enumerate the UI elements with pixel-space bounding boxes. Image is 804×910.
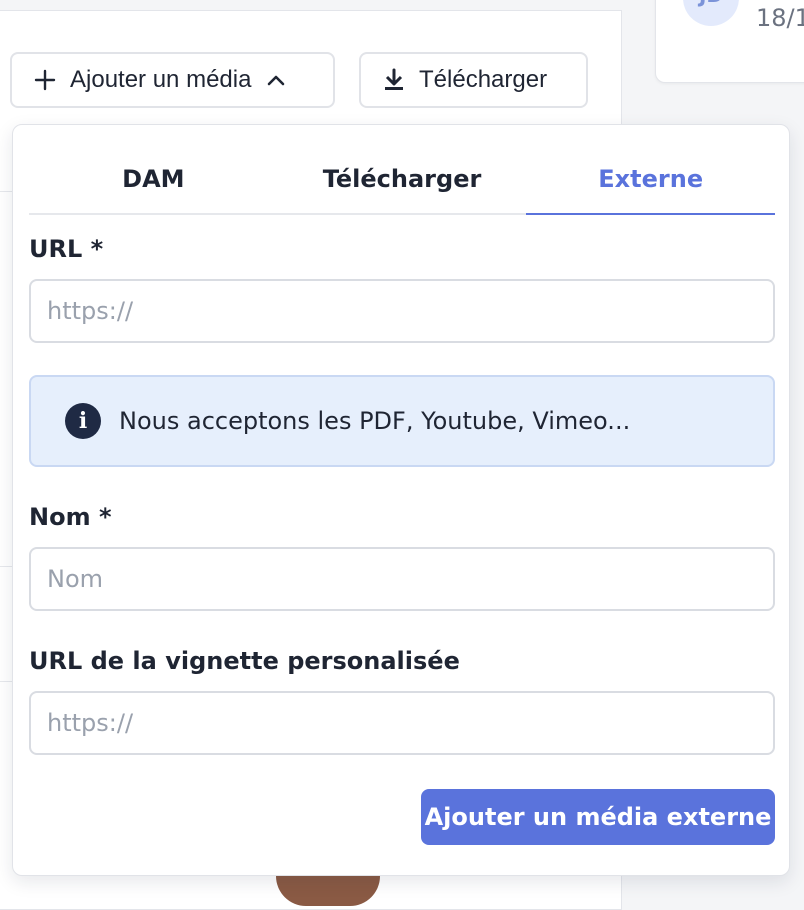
background-image [276, 876, 380, 906]
name-label: Nom * [29, 503, 112, 531]
url-label: URL * [29, 235, 104, 263]
tab-external[interactable]: Externe [526, 125, 776, 215]
download-icon [385, 68, 403, 90]
download-button[interactable]: Télécharger [359, 52, 588, 108]
add-media-popover: DAM Télécharger Externe URL * i Nous acc… [12, 124, 790, 876]
info-text: Nous acceptons les PDF, Youtube, Vimeo..… [119, 407, 631, 435]
url-input[interactable] [29, 279, 775, 343]
download-label: Télécharger [419, 66, 548, 93]
add-external-media-button[interactable]: Ajouter un média externe [421, 789, 775, 845]
info-icon: i [65, 403, 101, 439]
add-media-button[interactable]: Ajouter un média [10, 52, 335, 108]
add-media-label: Ajouter un média [70, 66, 252, 93]
tab-dam[interactable]: DAM [29, 125, 278, 213]
tab-upload[interactable]: Télécharger [278, 125, 527, 213]
activity-date: 18/1 [756, 4, 804, 32]
chevron-up-icon [268, 75, 285, 86]
thumbnail-url-input[interactable] [29, 691, 775, 755]
name-input[interactable] [29, 547, 775, 611]
thumbnail-url-label: URL de la vignette personalisée [29, 647, 460, 675]
media-source-tabs: DAM Télécharger Externe [29, 125, 776, 215]
plus-icon [34, 69, 56, 91]
info-banner: i Nous acceptons les PDF, Youtube, Vimeo… [29, 375, 775, 467]
